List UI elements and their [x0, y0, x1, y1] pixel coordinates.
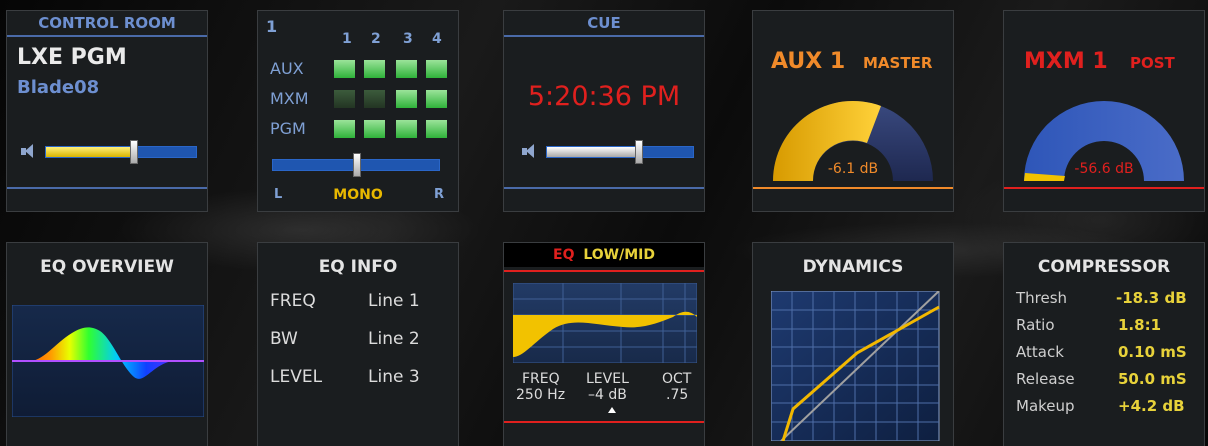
aux-name: AUX 1 [771, 49, 846, 74]
column-1-label: 1 [342, 31, 352, 47]
bus-number: 1 [266, 17, 278, 36]
row-mxm-label: MXM [270, 89, 309, 108]
eq-info-level-value: Line 3 [368, 367, 420, 387]
makeup-label: Makeup [1016, 397, 1075, 415]
release-label: Release [1016, 370, 1075, 388]
attack-value: 0.10 mS [1118, 343, 1187, 361]
cue-fader[interactable] [546, 140, 694, 164]
param-level-value: –4 dB [588, 387, 627, 403]
eq-info-bw-label: BW [270, 329, 298, 349]
cue-panel: CUE 5:20:36 PM [503, 10, 705, 212]
header-divider [7, 35, 207, 37]
eq-band-panel: EQ LOW/MID FREQ 250 Hz LEVEL –4 dB OCT .… [503, 242, 705, 446]
pan-right-label: R [433, 187, 444, 202]
control-room-fader[interactable] [45, 140, 197, 164]
footer-divider [1004, 187, 1204, 189]
route-pgm-3[interactable] [396, 120, 417, 138]
routing-panel: 1 1 2 3 4 AUX MXM PGM L MONO R [257, 10, 459, 212]
pan-thumb[interactable] [353, 153, 361, 177]
mxm-tag: POST [1130, 54, 1175, 72]
compressor-title: COMPRESSOR [1037, 257, 1171, 277]
cue-header: CUE [587, 14, 621, 32]
eq-info-bw-value: Line 2 [368, 329, 420, 349]
thresh-label: Thresh [1016, 289, 1068, 307]
device-name: Blade08 [17, 77, 100, 98]
makeup-value: +4.2 dB [1118, 397, 1185, 415]
attack-label: Attack [1016, 343, 1064, 361]
footer-divider [753, 187, 953, 189]
ratio-value: 1.8:1 [1118, 316, 1162, 334]
mxm-meter-panel: MXM 1 POST -56.6 dB [1003, 10, 1205, 212]
param-level-label: LEVEL [586, 371, 629, 387]
row-aux-label: AUX [270, 59, 304, 78]
route-aux-1[interactable] [334, 60, 355, 78]
route-aux-4[interactable] [426, 60, 447, 78]
route-mxm-4[interactable] [426, 90, 447, 108]
eq-info-title: EQ INFO [318, 257, 398, 277]
control-room-panel: CONTROL ROOM LXE PGM Blade08 [6, 10, 208, 212]
route-pgm-1[interactable] [334, 120, 355, 138]
eq-overview-title: EQ OVERVIEW [40, 257, 174, 277]
route-pgm-4[interactable] [426, 120, 447, 138]
mxm-name: MXM 1 [1024, 49, 1108, 74]
mxm-value: -56.6 dB [1074, 161, 1134, 177]
footer-divider [504, 187, 704, 189]
column-4-label: 4 [432, 31, 442, 47]
speaker-icon[interactable] [522, 144, 536, 158]
eq-band-header: EQ LOW/MID [504, 243, 704, 267]
param-oct-value: .75 [666, 387, 689, 403]
eq-info-freq-value: Line 1 [368, 291, 420, 311]
eq-band-name: LOW/MID [583, 247, 655, 263]
route-aux-3[interactable] [396, 60, 417, 78]
route-aux-2[interactable] [364, 60, 385, 78]
route-pgm-2[interactable] [364, 120, 385, 138]
eq-band-graph[interactable] [513, 283, 697, 363]
ratio-label: Ratio [1016, 316, 1055, 334]
clock-time: 5:20:36 PM [527, 81, 681, 112]
route-mxm-1[interactable] [334, 90, 355, 108]
speaker-icon[interactable] [21, 144, 35, 158]
dynamics-panel: DYNAMICS [752, 242, 954, 446]
aux-tag: MASTER [863, 54, 933, 72]
param-freq-label: FREQ [522, 371, 560, 387]
eq-info-panel: EQ INFO FREQ Line 1 BW Line 2 LEVEL Line… [257, 242, 459, 446]
eq-overview-panel: EQ OVERVIEW [6, 242, 208, 446]
thresh-value: -18.3 dB [1116, 289, 1187, 307]
row-pgm-label: PGM [270, 119, 306, 138]
route-mxm-3[interactable] [396, 90, 417, 108]
dynamics-graph [771, 291, 940, 441]
column-2-label: 2 [371, 31, 381, 47]
fader-thumb[interactable] [130, 140, 138, 164]
pan-slider[interactable] [272, 153, 440, 177]
dynamics-title: DYNAMICS [802, 257, 904, 277]
source-name: LXE PGM [17, 45, 127, 70]
selected-param-marker-icon [608, 407, 616, 413]
pan-mode-label: MONO [333, 187, 383, 203]
footer-divider [504, 421, 704, 423]
footer-divider [7, 187, 207, 189]
header-divider [504, 270, 704, 272]
aux-meter-panel: AUX 1 MASTER -6.1 dB [752, 10, 954, 212]
control-room-header: CONTROL ROOM [38, 14, 176, 32]
eq-info-level-label: LEVEL [270, 367, 323, 387]
fader-thumb[interactable] [635, 140, 643, 164]
column-3-label: 3 [403, 31, 413, 47]
eq-overview-graph [12, 305, 204, 417]
header-divider [504, 35, 704, 37]
fader-fill [547, 147, 638, 157]
fader-fill [46, 147, 133, 157]
param-oct-label: OCT [662, 371, 692, 387]
release-value: 50.0 mS [1118, 370, 1187, 388]
aux-value: -6.1 dB [827, 161, 879, 177]
eq-info-freq-label: FREQ [270, 291, 316, 311]
compressor-panel: COMPRESSOR Thresh -18.3 dB Ratio 1.8:1 A… [1003, 242, 1205, 446]
eq-tag: EQ [553, 247, 575, 263]
route-mxm-2[interactable] [364, 90, 385, 108]
param-freq-value: 250 Hz [516, 387, 566, 403]
